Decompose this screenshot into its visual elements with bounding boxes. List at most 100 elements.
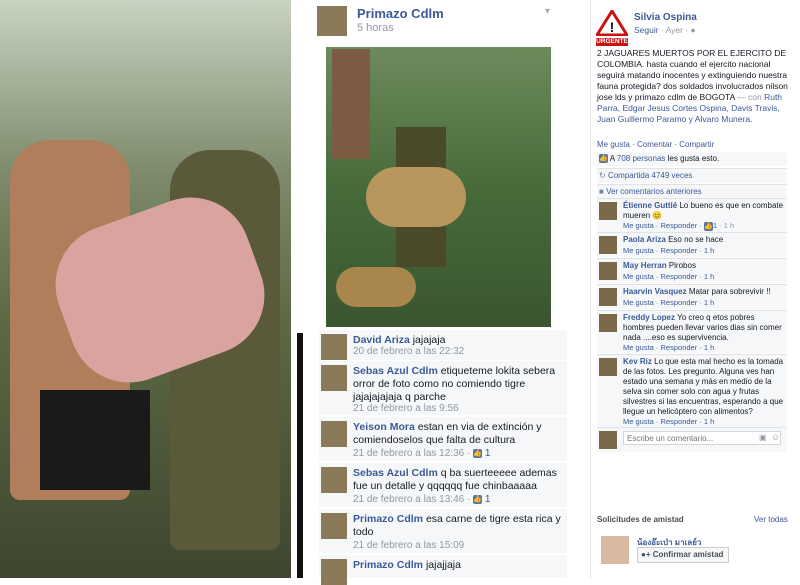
soldier-standing xyxy=(332,49,370,159)
prev-comments: ■ Ver comentarios anteriores xyxy=(597,184,787,199)
comment-actions[interactable]: Me gusta · Responder · 1 h xyxy=(623,417,714,426)
avatar[interactable] xyxy=(321,467,347,493)
comment-author[interactable]: Haarvin Vasquez xyxy=(623,287,687,296)
post-time: 5 horas xyxy=(357,22,394,34)
view-previous-comments[interactable]: Ver comentarios anteriores xyxy=(606,187,702,196)
comment-item: Paola Ariza Eso no se hace Me gusta · Re… xyxy=(597,232,787,257)
shares-count[interactable]: Compartida 4749 veces xyxy=(608,171,693,180)
emoji-icon[interactable]: ☺ xyxy=(771,432,780,442)
avatar xyxy=(599,431,617,449)
post-body: 2 JAGUARES MUERTOS POR EL EJERCITO DE CO… xyxy=(597,48,789,125)
avatar[interactable] xyxy=(599,262,617,280)
add-friend-icon: ●+ xyxy=(641,550,651,559)
author-avatar[interactable] xyxy=(317,6,347,36)
comment-text: Eso no se hace xyxy=(668,235,724,244)
comment-author[interactable]: Primazo Cdlm xyxy=(353,513,423,525)
comment-text: Matar para sobrevivir !! xyxy=(688,287,771,296)
comment-item: Sebas Azul Cdlm etiqueteme lokita sebera… xyxy=(319,361,567,415)
comment-author[interactable]: Paola Ariza xyxy=(623,235,666,244)
confirm-friend-label: Confirmar amistad xyxy=(652,550,724,559)
like-icon: 👍 xyxy=(703,221,713,231)
comment-author[interactable]: Primazo Cdlm xyxy=(353,559,423,571)
like-action[interactable]: Me gusta xyxy=(597,140,630,149)
urgent-badge: ! URGENTE xyxy=(594,8,630,46)
comment-item: Freddy Lopez Yo creo q etos pobres hombr… xyxy=(597,310,787,353)
comment-item: Sebas Azul Cdlm q ba suerteeeee ademas f… xyxy=(319,463,567,507)
comment-actions[interactable]: Me gusta · Responder · xyxy=(623,221,704,230)
with-prefix: — con xyxy=(734,92,765,102)
comment-author[interactable]: Freddy Lopez xyxy=(623,313,675,322)
jaguar xyxy=(366,167,466,227)
svg-text:!: ! xyxy=(610,19,615,35)
comment-item: Primazo Cdlm esa carne de tigre esta ric… xyxy=(319,509,567,553)
post-header: Primazo Cdlm 5 horas ▾ xyxy=(309,0,567,42)
comment-time: 21 de febrero a las 13:46 · xyxy=(353,494,474,505)
comment-actions[interactable]: Me gusta · Responder · 1 h xyxy=(623,272,714,281)
shorts xyxy=(40,390,150,490)
like-icon: 👍 xyxy=(599,154,608,164)
comment-input[interactable] xyxy=(623,431,781,445)
comment-actions[interactable]: Me gusta · Responder · 1 h xyxy=(623,343,714,352)
comment-time: · 1 h xyxy=(717,221,735,230)
friend-requests-title: Solicitudes de amistad xyxy=(597,515,684,524)
comment-author[interactable]: Sebas Azul Cdlm xyxy=(353,365,438,377)
share-icon: ↻ xyxy=(599,171,606,180)
avatar[interactable] xyxy=(321,513,347,539)
comment-author[interactable]: Étienne Guttié xyxy=(623,201,677,210)
share-action[interactable]: Compartir xyxy=(679,140,714,149)
comment-author[interactable]: David Ariza xyxy=(353,334,410,346)
avatar[interactable] xyxy=(321,559,347,585)
comment-bubble-icon: ■ xyxy=(599,187,604,196)
comment-time: 21 de febrero a las 12:36 · xyxy=(353,448,474,459)
likes-summary: 👍 A 708 personas les gusta esto. xyxy=(597,152,787,166)
comment-time: 20 de febrero a las 22:32 xyxy=(353,346,465,357)
avatar[interactable] xyxy=(599,358,617,376)
divider xyxy=(297,333,303,578)
confirm-friend-button[interactable]: ●+ Confirmar amistad xyxy=(637,547,730,563)
avatar[interactable] xyxy=(599,236,617,254)
post-actions: Me gusta · Comentar · Compartir xyxy=(597,140,715,149)
camera-icon[interactable]: ▣ xyxy=(759,433,767,442)
follow-link[interactable]: Seguir xyxy=(634,25,659,35)
like-count[interactable]: 1 xyxy=(485,494,491,505)
comment-item: Kev Riz Lo que esta mal hecho es la toma… xyxy=(597,354,787,427)
soldiers-photo xyxy=(0,0,291,578)
comment-action[interactable]: Comentar xyxy=(637,140,672,149)
avatar[interactable] xyxy=(599,288,617,306)
avatar[interactable] xyxy=(599,314,617,332)
comment-author[interactable]: May Herran xyxy=(623,261,667,270)
like-icon: 👍 xyxy=(473,448,483,458)
post-time: · Ayer · xyxy=(658,25,691,35)
like-icon: 👍 xyxy=(473,494,483,504)
comment-item: Étienne Guttié Lo bueno es que en combat… xyxy=(597,198,787,232)
likes-count[interactable]: 708 personas xyxy=(617,154,665,163)
comment-text: jajajjaja xyxy=(425,559,461,571)
globe-icon: ● xyxy=(690,25,696,35)
avatar[interactable] xyxy=(599,202,617,220)
comment-author[interactable]: Yeison Mora xyxy=(353,421,415,433)
right-author-name[interactable]: Silvia Ospina xyxy=(634,12,697,23)
comment-item: May Herran Pirobos Me gusta · Responder … xyxy=(597,258,787,283)
comment-time: 21 de febrero a las 15:09 xyxy=(353,540,465,551)
friend-request-avatar[interactable] xyxy=(601,536,629,564)
comment-author[interactable]: Kev Riz xyxy=(623,357,652,366)
urgent-label: URGENTE xyxy=(596,38,628,46)
warning-icon: ! xyxy=(594,8,630,37)
avatar[interactable] xyxy=(321,365,347,391)
comment-actions[interactable]: Me gusta · Responder · 1 h xyxy=(623,298,714,307)
comment-actions[interactable]: Me gusta · Responder · 1 h xyxy=(623,246,714,255)
shares-summary: ↻ Compartida 4749 veces xyxy=(597,168,787,183)
avatar[interactable] xyxy=(321,334,347,360)
jaguar-photo xyxy=(326,47,551,327)
chevron-down-icon[interactable]: ▾ xyxy=(545,6,550,17)
jaguar-2 xyxy=(336,267,416,307)
comment-item: Yeison Mora estan en via de extinción y … xyxy=(319,417,567,461)
comment-author[interactable]: Sebas Azul Cdlm xyxy=(353,467,438,479)
see-all-link[interactable]: Ver todas xyxy=(754,515,788,524)
comment-text: jajajaja xyxy=(412,334,446,346)
comment-composer: ▣ ☺ xyxy=(597,427,787,452)
comment-text: Pirobos xyxy=(668,261,696,270)
author-name[interactable]: Primazo Cdlm xyxy=(357,6,444,21)
like-count[interactable]: 1 xyxy=(485,448,491,459)
avatar[interactable] xyxy=(321,421,347,447)
